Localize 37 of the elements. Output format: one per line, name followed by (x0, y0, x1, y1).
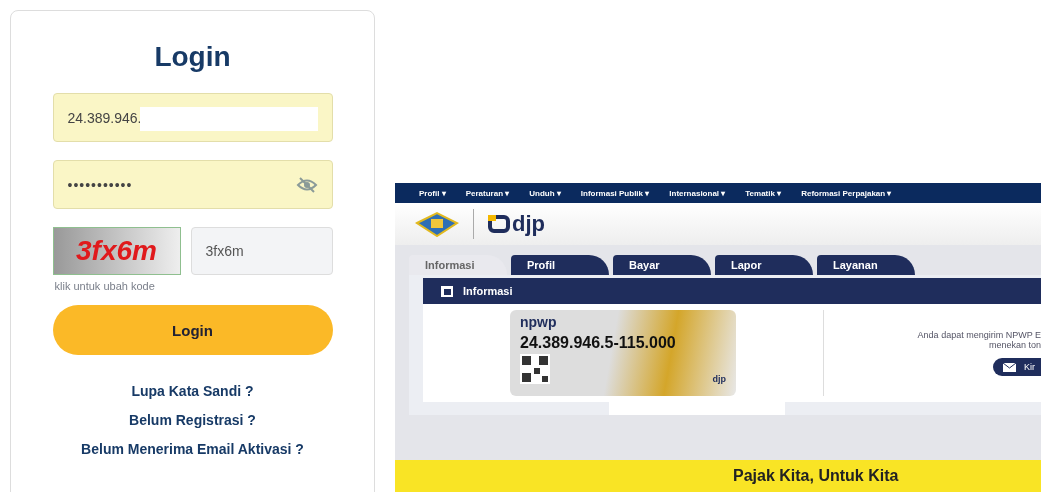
card-brand: npwp (520, 314, 558, 330)
password-value: ••••••••••• (67, 176, 134, 193)
tab[interactable]: Layanan (817, 255, 915, 275)
tab[interactable]: Informasi (409, 255, 507, 275)
card-logo-text: djp (712, 374, 726, 384)
login-title: Login (154, 41, 231, 73)
username-field[interactable]: 24.389.946. (52, 93, 333, 142)
nav-menu-item[interactable]: Tematik ▾ (745, 188, 782, 198)
document-icon (441, 285, 453, 297)
password-field[interactable]: ••••••••••• (52, 160, 333, 209)
captcha-field[interactable]: 3fx6m (190, 227, 333, 275)
nav-menu-item[interactable]: Informasi Publik ▾ (580, 188, 650, 198)
username-value: 24.389.946. (67, 109, 142, 126)
nav-menu-item[interactable]: Internasional ▾ (669, 188, 726, 198)
envelope-icon (1003, 362, 1016, 372)
nav-menu-item[interactable]: Reformasi Perpajakan ▾ (801, 188, 892, 198)
help-link[interactable]: Belum Menerima Email Aktivasi ? (81, 441, 304, 457)
tab[interactable]: Bayar (613, 255, 711, 275)
logo-text: djp (512, 211, 545, 237)
tab[interactable]: Lapor (715, 255, 813, 275)
login-button[interactable]: Login (52, 305, 333, 355)
captcha-hint[interactable]: klik untuk ubah kode (54, 280, 331, 292)
panel-title: Informasi (463, 285, 513, 297)
nav-menu-item[interactable]: Peraturan ▾ (465, 188, 510, 198)
qr-code-icon (520, 354, 550, 384)
nav-menu-item[interactable]: Unduh ▾ (529, 188, 561, 198)
help-link[interactable]: Lupa Kata Sandi ? (131, 383, 254, 399)
help-link[interactable]: Belum Registrasi ? (129, 412, 256, 428)
eye-slash-icon[interactable] (295, 175, 318, 194)
nav-menu-item[interactable]: Profil ▾ (419, 188, 446, 198)
emblem-icon (415, 211, 459, 237)
tab[interactable]: Profil (511, 255, 609, 275)
logo-mark-icon (488, 215, 510, 233)
send-button[interactable]: Kir (993, 358, 1041, 376)
message-text: Anda dapat mengirim NPWP E (917, 330, 1041, 340)
slogan-text: Pajak Kita, Untuk Kita (733, 467, 899, 485)
message-text: menekan ton (988, 340, 1041, 350)
